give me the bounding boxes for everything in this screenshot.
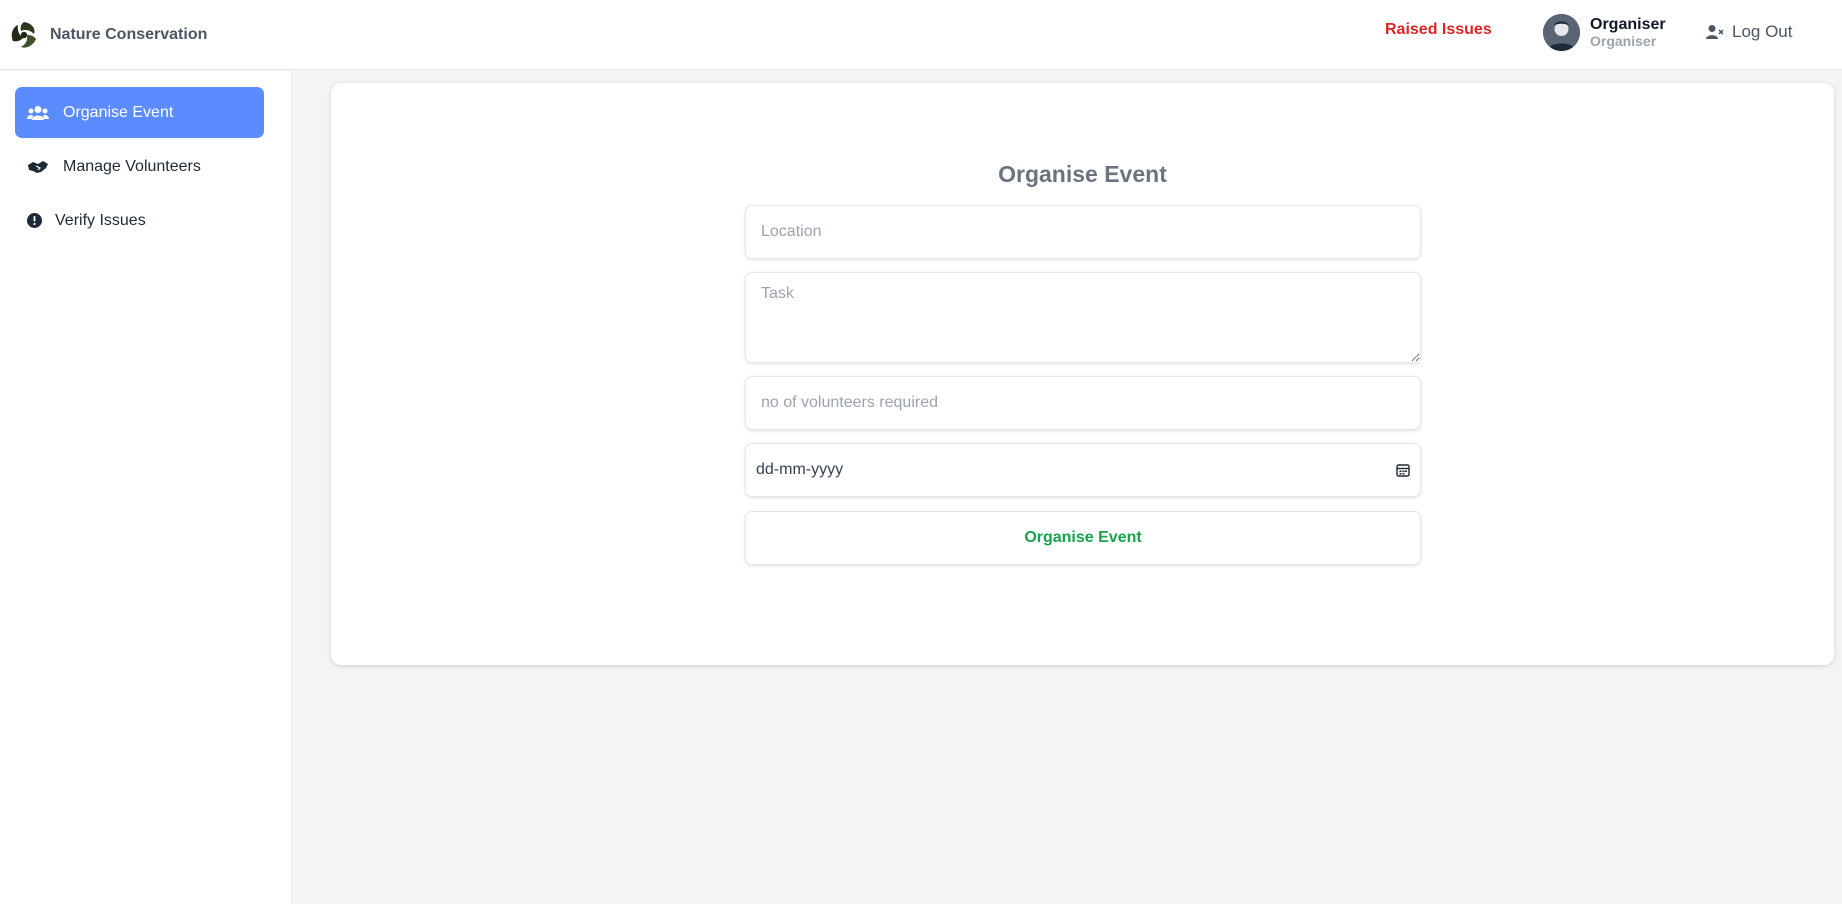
logout-button[interactable]: Log Out xyxy=(1706,22,1793,42)
user-x-icon xyxy=(1706,25,1724,39)
user-name: Organiser xyxy=(1590,15,1666,33)
user-avatar-icon xyxy=(1543,14,1580,51)
volunteers-required-input[interactable] xyxy=(745,376,1421,430)
sidebar-item-label: Manage Volunteers xyxy=(63,157,201,175)
location-input[interactable] xyxy=(745,205,1421,259)
sidebar-item-label: Verify Issues xyxy=(55,211,146,229)
users-icon xyxy=(27,105,49,120)
exclamation-circle-icon xyxy=(26,213,42,228)
raised-issues-link[interactable]: Raised Issues xyxy=(1385,21,1492,39)
top-header: Nature Conservation Raised Issues Organi… xyxy=(0,0,1842,70)
brand-name: Nature Conservation xyxy=(50,25,208,43)
sidebar-item-organise-event[interactable]: Organise Event xyxy=(15,87,264,138)
user-profile[interactable]: Organiser Organiser xyxy=(1543,14,1666,51)
sidebar: Organise Event Manage Volunteers Verify … xyxy=(0,71,292,904)
date-placeholder: dd-mm-yyyy xyxy=(756,461,844,478)
form-title: Organise Event xyxy=(998,161,1167,187)
organise-event-button[interactable]: Organise Event xyxy=(745,511,1421,565)
sidebar-item-manage-volunteers[interactable]: Manage Volunteers xyxy=(15,141,264,192)
brand[interactable]: Nature Conservation xyxy=(8,19,207,51)
sidebar-item-verify-issues[interactable]: Verify Issues xyxy=(15,195,264,246)
task-textarea[interactable] xyxy=(745,272,1421,363)
avatar xyxy=(1543,14,1580,51)
organise-event-card: Organise Event dd-mm-yyyy Organise Event xyxy=(331,83,1834,665)
user-role: Organiser xyxy=(1590,32,1657,49)
brand-logo-icon xyxy=(9,19,39,50)
sidebar-item-label: Organise Event xyxy=(63,103,174,121)
handshake-icon xyxy=(28,160,48,173)
logout-label: Log Out xyxy=(1732,22,1793,41)
calendar-icon[interactable] xyxy=(1396,463,1410,477)
date-input[interactable]: dd-mm-yyyy xyxy=(745,443,1421,497)
